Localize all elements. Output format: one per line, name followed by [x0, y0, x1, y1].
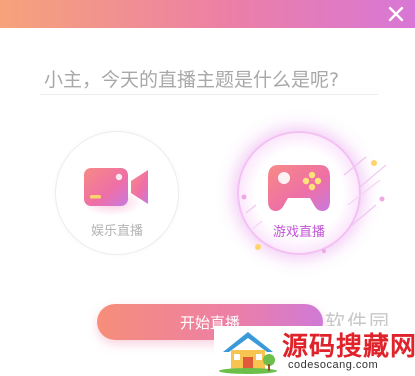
mode-option-game[interactable]: 游戏直播	[237, 131, 361, 255]
watermark: 源码搜藏网 codesocang.com	[214, 326, 415, 376]
mode-label-entertainment: 娱乐直播	[90, 224, 143, 239]
watermark-url: codesocang.com	[288, 359, 379, 371]
title-bar	[0, 0, 415, 28]
close-icon	[388, 6, 404, 22]
watermark-site-name: 源码搜藏网	[282, 332, 415, 362]
live-topic-input[interactable]	[40, 65, 378, 95]
mode-option-entertainment[interactable]: 娱乐直播	[55, 131, 179, 255]
gamepad-icon	[268, 165, 330, 211]
close-button[interactable]	[385, 3, 407, 25]
video-camera-icon	[82, 168, 148, 216]
live-stream-dialog: 娱乐直播 游戏直播	[0, 0, 415, 376]
mode-label-game: 游戏直播	[272, 225, 325, 240]
house-logo-icon	[219, 332, 277, 374]
